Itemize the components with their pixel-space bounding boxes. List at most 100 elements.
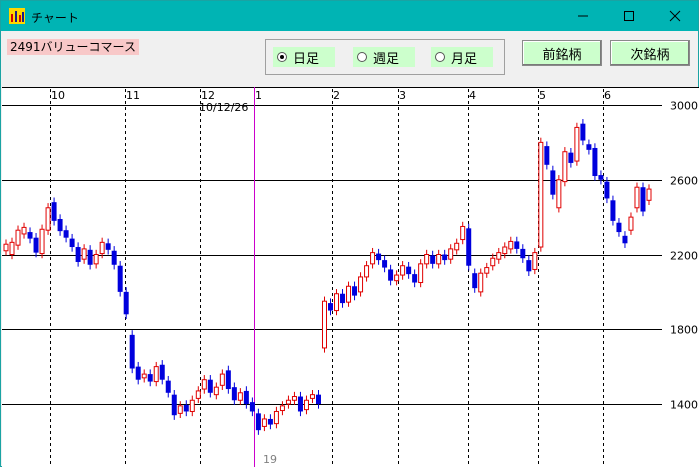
- candle-body-up: [81, 248, 87, 260]
- candle-body-up: [424, 254, 430, 265]
- candle-body-up: [39, 228, 45, 255]
- month-label: 11: [126, 89, 140, 102]
- candle-body-down: [135, 366, 141, 380]
- candle-body-up: [562, 151, 568, 183]
- cursor-day-label: 19: [263, 453, 277, 466]
- candle-body-up: [177, 405, 183, 414]
- candle-body-down: [382, 260, 388, 268]
- candle-body-down: [526, 260, 532, 272]
- period-option-label: 月足: [451, 51, 478, 67]
- candle-body-up: [574, 126, 580, 162]
- period-option-monthly[interactable]: 月足: [431, 47, 493, 67]
- candle-body-down: [622, 235, 628, 244]
- candle-body-up: [21, 226, 27, 235]
- candle-body-up: [508, 240, 514, 250]
- period-selector: 日足 週足 月足: [265, 39, 505, 75]
- title-bar[interactable]: チャート: [1, 1, 698, 31]
- candle-body-up: [334, 293, 340, 312]
- candle-body-down: [640, 187, 646, 212]
- candle-body-up: [556, 179, 562, 209]
- candle-body-up: [496, 252, 502, 260]
- candle-body-up: [646, 188, 652, 201]
- candle-body-up: [321, 300, 327, 349]
- candle-body-down: [297, 396, 303, 412]
- candle-body-down: [159, 364, 165, 380]
- prev-stock-button[interactable]: 前銘柄: [522, 40, 602, 66]
- candle-body-up: [358, 276, 364, 293]
- candle-body-down: [610, 200, 616, 221]
- candle-body-down: [87, 249, 93, 265]
- candle-body-up: [454, 242, 460, 251]
- candle-body-down: [430, 255, 436, 264]
- candle-body-up: [418, 263, 424, 284]
- month-label: 4: [469, 89, 476, 102]
- y-tick-label: 1400: [670, 399, 698, 412]
- candle-body-up: [45, 207, 51, 231]
- minimize-button[interactable]: [560, 1, 606, 31]
- candle-body-down: [616, 222, 622, 233]
- candle-body-down: [472, 273, 478, 289]
- candle-body-down: [592, 147, 598, 177]
- candle-body-up: [346, 285, 352, 303]
- candle-body-up: [273, 410, 279, 425]
- candle-body-up: [141, 373, 147, 379]
- candle-body-up: [291, 396, 297, 401]
- chart-window: チャート 2491バリューコマース 日足 週足 月足 前銘柄 次銘柄 3000 2…: [0, 0, 699, 467]
- period-option-daily[interactable]: 日足: [273, 47, 335, 67]
- candle-body-down: [225, 370, 231, 390]
- candle-body-down: [69, 238, 75, 248]
- candle-body-down: [412, 274, 418, 283]
- candle-body-up: [153, 366, 159, 383]
- period-option-label: 日足: [293, 51, 320, 67]
- candle-body-up: [460, 225, 466, 241]
- radio-unselected-icon: [357, 52, 367, 62]
- candle-body-down: [147, 374, 153, 382]
- candle-body-up: [490, 257, 496, 267]
- candle-body-down: [544, 146, 550, 165]
- candle-body-down: [267, 418, 273, 425]
- app-chart-icon: [9, 8, 25, 24]
- y-tick-label: 2600: [670, 175, 698, 188]
- next-stock-button[interactable]: 次銘柄: [610, 40, 690, 66]
- maximize-icon: [624, 11, 634, 21]
- candle-body-down: [328, 303, 334, 311]
- candle-body-down: [580, 123, 586, 141]
- candle-body-down: [63, 230, 69, 238]
- close-button[interactable]: [652, 1, 698, 31]
- candle-body-down: [586, 144, 592, 150]
- candle-body-down: [75, 247, 81, 262]
- candle-body-up: [448, 248, 454, 260]
- month-label: 5: [539, 89, 546, 102]
- candle-body-down: [231, 387, 237, 401]
- candle-body-up: [309, 394, 315, 399]
- month-label: 6: [604, 89, 611, 102]
- maximize-button[interactable]: [606, 1, 652, 31]
- candle-body-down: [171, 394, 177, 416]
- candle-body-down: [117, 265, 123, 292]
- period-option-weekly[interactable]: 週足: [353, 47, 415, 67]
- y-tick-label: 2200: [670, 250, 698, 263]
- month-label: 2: [333, 89, 340, 102]
- candle-body-up: [93, 254, 99, 265]
- month-label: 1: [255, 89, 262, 102]
- candle-body-up: [285, 399, 291, 405]
- candlestick-chart[interactable]: 3000260022001800140010 11 12 1 2 3 4 5 610/12/26…: [2, 87, 699, 467]
- candle-body-down: [27, 232, 33, 239]
- candle-body-up: [628, 216, 634, 231]
- candle-body-up: [3, 243, 9, 252]
- candle-body-down: [466, 228, 472, 266]
- candle-body-down: [255, 413, 261, 431]
- y-tick-label: 3000: [670, 100, 698, 113]
- candle-body-down: [33, 237, 39, 253]
- candle-body-up: [9, 241, 15, 255]
- candle-body-down: [550, 170, 556, 195]
- minimize-icon: [578, 15, 588, 17]
- candle-body-up: [213, 386, 219, 396]
- candle-body-down: [352, 286, 358, 296]
- candle-body-up: [394, 274, 400, 282]
- candle-body-down: [598, 175, 604, 180]
- candle-body-up: [15, 229, 21, 246]
- candle-body-down: [520, 248, 526, 259]
- candle-body-up: [279, 405, 285, 412]
- candle-body-down: [243, 390, 249, 404]
